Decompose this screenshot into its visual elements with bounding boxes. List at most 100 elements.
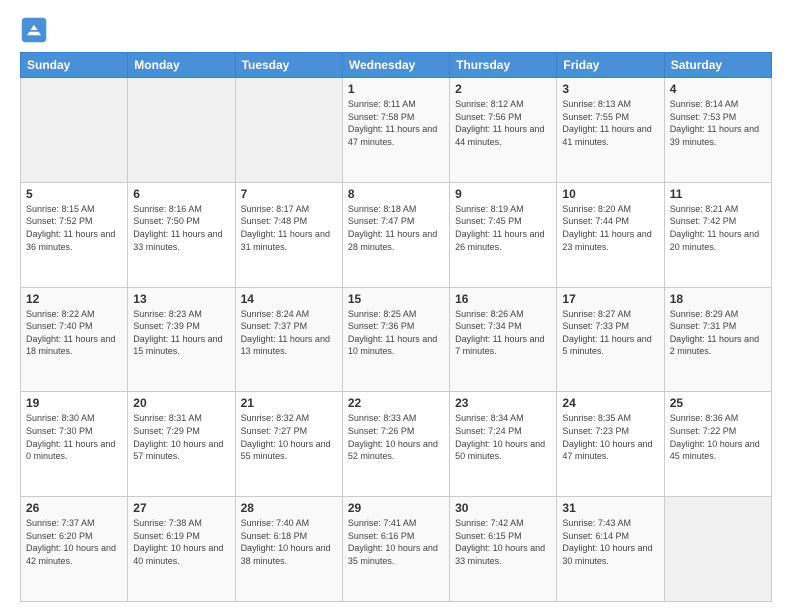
day-cell: 11 Sunrise: 8:21 AM Sunset: 7:42 PM Dayli… [664, 182, 771, 287]
day-cell: 3Sunrise: 8:13 AM Sunset: 7:55 PM Daylig… [557, 78, 664, 183]
day-info: Sunrise: 8:24 AM Sunset: 7:37 PM Dayligh… [241, 308, 337, 358]
day-cell: 19 Sunrise: 8:30 AM Sunset: 7:30 PM Dayli… [21, 392, 128, 497]
day-info: Sunrise: 8:20 AM Sunset: 7:44 PM Dayligh… [562, 203, 658, 253]
day-info: Sunrise: 8:33 AM Sunset: 7:26 PM Dayligh… [348, 412, 444, 462]
day-info: Sunrise: 8:21 AM Sunset: 7:42 PM Dayligh… [670, 203, 766, 253]
col-header-saturday: Saturday [664, 53, 771, 78]
day-info: Sunrise: 8:30 AM Sunset: 7:30 PM Dayligh… [26, 412, 122, 462]
day-info: Sunrise: 8:36 AM Sunset: 7:22 PM Dayligh… [670, 412, 766, 462]
header [20, 16, 772, 44]
col-header-thursday: Thursday [450, 53, 557, 78]
day-cell: 29 Sunrise: 7:41 AM Sunset: 6:16 PM Dayli… [342, 497, 449, 602]
day-info: Sunrise: 8:35 AM Sunset: 7:23 PM Dayligh… [562, 412, 658, 462]
day-number: 5 [26, 187, 122, 201]
day-info: Sunrise: 8:11 AM Sunset: 7:58 PM Dayligh… [348, 98, 444, 148]
col-header-monday: Monday [128, 53, 235, 78]
day-number: 28 [241, 501, 337, 515]
day-info: Sunrise: 8:14 AM Sunset: 7:53 PM Dayligh… [670, 98, 766, 148]
day-info: Sunrise: 8:23 AM Sunset: 7:39 PM Dayligh… [133, 308, 229, 358]
day-info: Sunrise: 7:43 AM Sunset: 6:14 PM Dayligh… [562, 517, 658, 567]
day-cell: 22 Sunrise: 8:33 AM Sunset: 7:26 PM Dayli… [342, 392, 449, 497]
week-row-3: 12Sunrise: 8:22 AM Sunset: 7:40 PM Dayli… [21, 287, 772, 392]
day-info: Sunrise: 8:19 AM Sunset: 7:45 PM Dayligh… [455, 203, 551, 253]
day-number: 22 [348, 396, 444, 410]
day-cell: 8 Sunrise: 8:18 AM Sunset: 7:47 PM Daylig… [342, 182, 449, 287]
day-info: Sunrise: 8:27 AM Sunset: 7:33 PM Dayligh… [562, 308, 658, 358]
day-info: Sunrise: 7:42 AM Sunset: 6:15 PM Dayligh… [455, 517, 551, 567]
day-cell: 14 Sunrise: 8:24 AM Sunset: 7:37 PM Dayli… [235, 287, 342, 392]
day-info: Sunrise: 8:12 AM Sunset: 7:56 PM Dayligh… [455, 98, 551, 148]
day-number: 31 [562, 501, 658, 515]
day-number: 8 [348, 187, 444, 201]
logo [20, 16, 52, 44]
day-info: Sunrise: 8:13 AM Sunset: 7:55 PM Dayligh… [562, 98, 658, 148]
day-info: Sunrise: 7:38 AM Sunset: 6:19 PM Dayligh… [133, 517, 229, 567]
day-number: 16 [455, 292, 551, 306]
day-cell: 26Sunrise: 7:37 AM Sunset: 6:20 PM Dayli… [21, 497, 128, 602]
day-info: Sunrise: 8:26 AM Sunset: 7:34 PM Dayligh… [455, 308, 551, 358]
day-cell: 20 Sunrise: 8:31 AM Sunset: 7:29 PM Dayli… [128, 392, 235, 497]
day-number: 24 [562, 396, 658, 410]
day-number: 11 [670, 187, 766, 201]
day-info: Sunrise: 7:41 AM Sunset: 6:16 PM Dayligh… [348, 517, 444, 567]
day-info: Sunrise: 8:31 AM Sunset: 7:29 PM Dayligh… [133, 412, 229, 462]
day-cell [664, 497, 771, 602]
logo-icon [20, 16, 48, 44]
week-row-1: 1Sunrise: 8:11 AM Sunset: 7:58 PM Daylig… [21, 78, 772, 183]
day-cell: 2 Sunrise: 8:12 AM Sunset: 7:56 PM Daylig… [450, 78, 557, 183]
day-info: Sunrise: 7:37 AM Sunset: 6:20 PM Dayligh… [26, 517, 122, 567]
day-cell: 24 Sunrise: 8:35 AM Sunset: 7:23 PM Dayli… [557, 392, 664, 497]
day-number: 19 [26, 396, 122, 410]
day-cell: 23Sunrise: 8:34 AM Sunset: 7:24 PM Dayli… [450, 392, 557, 497]
day-cell [128, 78, 235, 183]
day-cell: 15 Sunrise: 8:25 AM Sunset: 7:36 PM Dayli… [342, 287, 449, 392]
day-number: 9 [455, 187, 551, 201]
day-number: 30 [455, 501, 551, 515]
day-info: Sunrise: 8:34 AM Sunset: 7:24 PM Dayligh… [455, 412, 551, 462]
day-cell: 21Sunrise: 8:32 AM Sunset: 7:27 PM Dayli… [235, 392, 342, 497]
day-cell: 31 Sunrise: 7:43 AM Sunset: 6:14 PM Dayli… [557, 497, 664, 602]
day-info: Sunrise: 8:17 AM Sunset: 7:48 PM Dayligh… [241, 203, 337, 253]
day-cell: 7 Sunrise: 8:17 AM Sunset: 7:48 PM Daylig… [235, 182, 342, 287]
day-info: Sunrise: 8:15 AM Sunset: 7:52 PM Dayligh… [26, 203, 122, 253]
day-info: Sunrise: 8:29 AM Sunset: 7:31 PM Dayligh… [670, 308, 766, 358]
day-cell: 10Sunrise: 8:20 AM Sunset: 7:44 PM Dayli… [557, 182, 664, 287]
day-info: Sunrise: 8:22 AM Sunset: 7:40 PM Dayligh… [26, 308, 122, 358]
day-cell: 13Sunrise: 8:23 AM Sunset: 7:39 PM Dayli… [128, 287, 235, 392]
col-header-wednesday: Wednesday [342, 53, 449, 78]
col-header-friday: Friday [557, 53, 664, 78]
day-number: 20 [133, 396, 229, 410]
day-number: 4 [670, 82, 766, 96]
day-cell: 30 Sunrise: 7:42 AM Sunset: 6:15 PM Dayli… [450, 497, 557, 602]
day-cell: 6 Sunrise: 8:16 AM Sunset: 7:50 PM Daylig… [128, 182, 235, 287]
week-row-2: 5 Sunrise: 8:15 AM Sunset: 7:52 PM Daylig… [21, 182, 772, 287]
day-cell: 17 Sunrise: 8:27 AM Sunset: 7:33 PM Dayli… [557, 287, 664, 392]
week-row-4: 19 Sunrise: 8:30 AM Sunset: 7:30 PM Dayli… [21, 392, 772, 497]
day-info: Sunrise: 8:16 AM Sunset: 7:50 PM Dayligh… [133, 203, 229, 253]
day-number: 18 [670, 292, 766, 306]
day-cell [235, 78, 342, 183]
col-header-sunday: Sunday [21, 53, 128, 78]
week-row-5: 26Sunrise: 7:37 AM Sunset: 6:20 PM Dayli… [21, 497, 772, 602]
day-number: 7 [241, 187, 337, 201]
day-info: Sunrise: 8:25 AM Sunset: 7:36 PM Dayligh… [348, 308, 444, 358]
calendar-header-row: SundayMondayTuesdayWednesdayThursdayFrid… [21, 53, 772, 78]
day-number: 21 [241, 396, 337, 410]
day-cell: 25Sunrise: 8:36 AM Sunset: 7:22 PM Dayli… [664, 392, 771, 497]
day-number: 2 [455, 82, 551, 96]
day-number: 29 [348, 501, 444, 515]
day-number: 15 [348, 292, 444, 306]
day-cell: 9 Sunrise: 8:19 AM Sunset: 7:45 PM Daylig… [450, 182, 557, 287]
calendar-table: SundayMondayTuesdayWednesdayThursdayFrid… [20, 52, 772, 602]
day-cell: 27Sunrise: 7:38 AM Sunset: 6:19 PM Dayli… [128, 497, 235, 602]
day-cell: 12Sunrise: 8:22 AM Sunset: 7:40 PM Dayli… [21, 287, 128, 392]
day-cell: 28Sunrise: 7:40 AM Sunset: 6:18 PM Dayli… [235, 497, 342, 602]
col-header-tuesday: Tuesday [235, 53, 342, 78]
day-cell [21, 78, 128, 183]
day-info: Sunrise: 8:18 AM Sunset: 7:47 PM Dayligh… [348, 203, 444, 253]
day-number: 14 [241, 292, 337, 306]
day-number: 6 [133, 187, 229, 201]
day-cell: 16 Sunrise: 8:26 AM Sunset: 7:34 PM Dayli… [450, 287, 557, 392]
day-number: 17 [562, 292, 658, 306]
page: SundayMondayTuesdayWednesdayThursdayFrid… [0, 0, 792, 612]
